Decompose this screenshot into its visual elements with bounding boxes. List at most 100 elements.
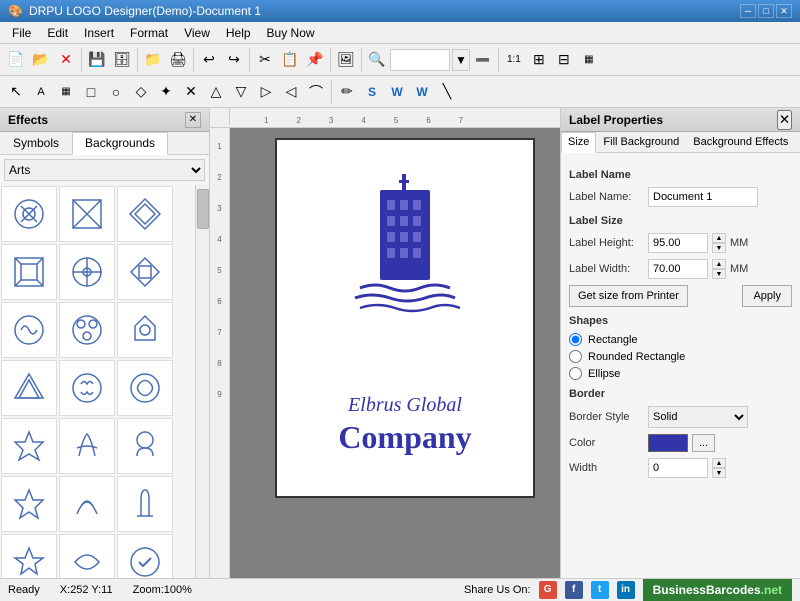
shape-rectangle-label[interactable]: Rectangle: [588, 334, 638, 346]
shape-ellipse-label[interactable]: Ellipse: [588, 368, 620, 380]
effect-item[interactable]: [59, 418, 115, 474]
maximize-button[interactable]: □: [758, 4, 774, 18]
zoom-input[interactable]: 100%: [390, 49, 450, 71]
label-height-input[interactable]: [648, 233, 708, 253]
effect-item[interactable]: [1, 534, 57, 578]
height-spin-down[interactable]: ▼: [712, 243, 726, 253]
open-button[interactable]: 📂: [29, 48, 53, 72]
image-button[interactable]: 🖼: [334, 48, 358, 72]
menu-buynow[interactable]: Buy Now: [259, 24, 323, 42]
draw-barcode[interactable]: ▦: [54, 80, 78, 104]
shape-ellipse-radio[interactable]: [569, 367, 582, 380]
menu-insert[interactable]: Insert: [76, 24, 122, 42]
draw-star[interactable]: ✦: [154, 80, 178, 104]
border-width-spin-up[interactable]: ▲: [712, 458, 726, 468]
effect-item[interactable]: [117, 186, 173, 242]
lp-tab-effects[interactable]: Background Effects: [686, 132, 795, 152]
close-doc-button[interactable]: ✕: [54, 48, 78, 72]
get-size-from-printer-button[interactable]: Get size from Printer: [569, 285, 688, 307]
border-color-picker-button[interactable]: ...: [692, 434, 715, 452]
menu-view[interactable]: View: [176, 24, 218, 42]
new-button[interactable]: 📄: [4, 48, 28, 72]
effect-item[interactable]: [1, 476, 57, 532]
zoom-dropdown-icon[interactable]: ▼: [452, 49, 470, 71]
print-button[interactable]: 🖨: [166, 48, 190, 72]
undo-button[interactable]: ↩: [197, 48, 221, 72]
tab-backgrounds[interactable]: Backgrounds: [72, 132, 168, 155]
symbol-w[interactable]: W: [385, 80, 409, 104]
width-spin-down[interactable]: ▼: [712, 269, 726, 279]
effect-item[interactable]: [59, 186, 115, 242]
lp-tab-fill[interactable]: Fill Background: [596, 132, 686, 152]
draw-triangle[interactable]: △: [204, 80, 228, 104]
draw-line[interactable]: ╲: [435, 80, 459, 104]
symbol-w2[interactable]: W: [410, 80, 434, 104]
cut-button[interactable]: ✂: [253, 48, 277, 72]
zoom-out-button[interactable]: 🔍: [365, 48, 389, 72]
effect-item[interactable]: [59, 534, 115, 578]
draw-left-triangle[interactable]: ◁: [279, 80, 303, 104]
effect-item[interactable]: [117, 476, 173, 532]
height-spin-up[interactable]: ▲: [712, 233, 726, 243]
align-button[interactable]: ⊟: [552, 48, 576, 72]
label-name-input[interactable]: [648, 187, 758, 207]
lp-tab-size[interactable]: Size: [561, 132, 596, 153]
draw-pen[interactable]: ✏: [335, 80, 359, 104]
menu-edit[interactable]: Edit: [39, 24, 76, 42]
effect-item[interactable]: [1, 418, 57, 474]
draw-x[interactable]: ✕: [179, 80, 203, 104]
shape-rounded-radio[interactable]: [569, 350, 582, 363]
draw-text[interactable]: A: [29, 80, 53, 104]
effects-category-select[interactable]: Arts Nature Abstract Geometric Patterns: [4, 159, 205, 181]
label-props-close-button[interactable]: ✕: [777, 110, 792, 130]
effect-item[interactable]: [1, 302, 57, 358]
draw-select[interactable]: ↖: [4, 80, 28, 104]
effect-item[interactable]: [1, 360, 57, 416]
draw-rect[interactable]: □: [79, 80, 103, 104]
effect-item[interactable]: [117, 244, 173, 300]
border-color-swatch[interactable]: [648, 434, 688, 452]
tab-symbols[interactable]: Symbols: [0, 132, 72, 154]
ruler-btn[interactable]: ▦: [577, 48, 601, 72]
close-button[interactable]: ✕: [776, 4, 792, 18]
zoom-in-button[interactable]: ➖: [471, 48, 495, 72]
menu-file[interactable]: File: [4, 24, 39, 42]
social-twitter[interactable]: t: [591, 581, 609, 599]
effect-item[interactable]: [59, 360, 115, 416]
effect-item[interactable]: [59, 244, 115, 300]
save-button[interactable]: 💾: [85, 48, 109, 72]
save-as-button[interactable]: 🗄: [110, 48, 134, 72]
copy-button[interactable]: 📋: [278, 48, 302, 72]
minimize-button[interactable]: ─: [740, 4, 756, 18]
canvas-document[interactable]: Elbrus Global Company: [275, 138, 535, 498]
effects-scrollbar[interactable]: [195, 185, 209, 578]
shape-rounded-label[interactable]: Rounded Rectangle: [588, 351, 685, 363]
menu-help[interactable]: Help: [218, 24, 259, 42]
symbol-s[interactable]: S: [360, 80, 384, 104]
effect-item[interactable]: [1, 244, 57, 300]
shape-rectangle-radio[interactable]: [569, 333, 582, 346]
menu-format[interactable]: Format: [122, 24, 176, 42]
draw-diamond[interactable]: ◇: [129, 80, 153, 104]
effect-item[interactable]: [59, 476, 115, 532]
label-width-input[interactable]: [648, 259, 708, 279]
effect-item[interactable]: [117, 302, 173, 358]
border-style-select[interactable]: Solid Dashed Dotted: [648, 406, 748, 428]
social-google[interactable]: G: [539, 581, 557, 599]
border-width-spin-down[interactable]: ▼: [712, 468, 726, 478]
draw-right-triangle[interactable]: ▷: [254, 80, 278, 104]
redo-button[interactable]: ↪: [222, 48, 246, 72]
width-spin-up[interactable]: ▲: [712, 259, 726, 269]
border-width-input[interactable]: [648, 458, 708, 478]
effect-item[interactable]: [117, 418, 173, 474]
effect-item[interactable]: [117, 360, 173, 416]
effect-item[interactable]: [59, 302, 115, 358]
draw-ellipse[interactable]: ○: [104, 80, 128, 104]
draw-arc[interactable]: ⌒: [304, 80, 328, 104]
fit-button[interactable]: 1:1: [502, 48, 526, 72]
effect-item[interactable]: [1, 186, 57, 242]
draw-down-triangle[interactable]: ▽: [229, 80, 253, 104]
grid-button[interactable]: ⊞: [527, 48, 551, 72]
effects-close-button[interactable]: ✕: [185, 112, 201, 128]
social-facebook[interactable]: f: [565, 581, 583, 599]
